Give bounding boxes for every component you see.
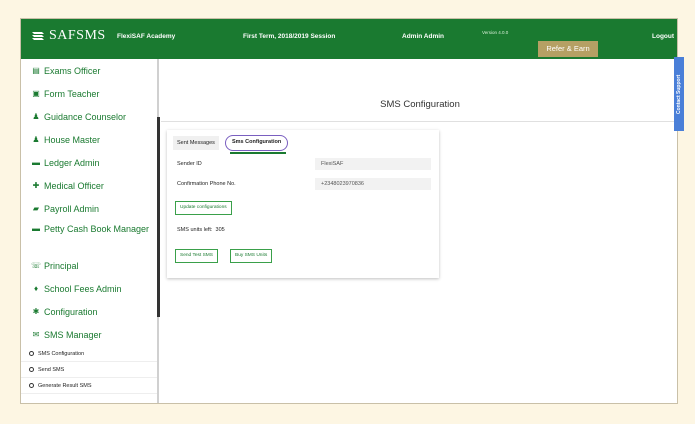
sidebar-item-label: Guidance Counselor bbox=[44, 111, 127, 122]
sidebar-item-school-fees-admin[interactable]: ♦ School Fees Admin bbox=[21, 277, 157, 300]
sidebar-item-label: Configuration bbox=[44, 306, 98, 317]
medical-icon: ✚ bbox=[32, 181, 40, 190]
top-navbar: SAFSMS FlexiSAF Academy First Term, 2018… bbox=[21, 19, 677, 59]
person-icon: ♟ bbox=[32, 135, 40, 144]
sidebar-item-exams-officer[interactable]: ▤ Exams Officer bbox=[21, 59, 157, 82]
sidebar-item-sms-manager[interactable]: ✉ SMS Manager bbox=[21, 323, 157, 346]
sidebar-subitem-label: SMS Configuration bbox=[38, 350, 85, 357]
phone-field[interactable]: +2348023970836 bbox=[315, 178, 431, 190]
divider bbox=[161, 121, 677, 122]
sidebar-item-house-master[interactable]: ♟ House Master bbox=[21, 128, 157, 151]
circle-arrow-icon bbox=[29, 351, 34, 356]
money-icon: ▰ bbox=[32, 204, 40, 213]
sidebar: ▤ Exams Officer ▣ Form Teacher ♟ Guidance C… bbox=[21, 59, 160, 403]
send-test-sms-button[interactable]: Send Test SMS bbox=[175, 249, 218, 263]
sidebar-item-label: School Fees Admin bbox=[44, 283, 122, 294]
sidebar-item-principal[interactable]: ☏ Principal bbox=[21, 254, 157, 277]
sidebar-item-label: Payroll Admin bbox=[44, 203, 100, 214]
logo-icon bbox=[32, 32, 44, 40]
sidebar-item-form-teacher[interactable]: ▣ Form Teacher bbox=[21, 82, 157, 105]
app-window: SAFSMS FlexiSAF Academy First Term, 2018… bbox=[20, 18, 678, 404]
sidebar-item-payroll-admin[interactable]: ▰ Payroll Admin bbox=[21, 197, 157, 220]
gear-icon: ✱ bbox=[32, 307, 40, 316]
sidebar-subitem-sms-configuration[interactable]: SMS Configuration bbox=[21, 346, 157, 362]
update-configurations-button[interactable]: Update configurations bbox=[175, 201, 232, 215]
sidebar-item-ledger-admin[interactable]: ▬ Ledger Admin bbox=[21, 151, 157, 174]
sidebar-scrollbar[interactable] bbox=[157, 117, 160, 317]
user-name[interactable]: Admin Admin bbox=[402, 33, 444, 40]
sidebar-item-label: House Master bbox=[44, 134, 101, 145]
sidebar-item-label: Form Teacher bbox=[44, 88, 100, 99]
cash-icon: ▬ bbox=[32, 224, 40, 233]
sidebar-item-label: Principal bbox=[44, 260, 79, 271]
sidebar-item-medical-officer[interactable]: ✚ Medical Officer bbox=[21, 174, 157, 197]
sender-id-field[interactable]: FlexiSAF bbox=[315, 158, 431, 170]
main-content: SMS Configuration Sent Messages Sms Conf… bbox=[161, 59, 677, 403]
version-label: Version 4.0.0 bbox=[482, 30, 509, 35]
sender-id-label: Sender ID bbox=[177, 161, 202, 167]
sidebar-item-petty-cash[interactable]: ▬ Petty Cash Book Manager bbox=[21, 220, 157, 254]
person-icon: ♟ bbox=[32, 112, 40, 121]
circle-arrow-icon bbox=[29, 367, 34, 372]
circle-arrow-icon bbox=[29, 383, 34, 388]
sidebar-item-label: Petty Cash Book Manager bbox=[44, 224, 150, 234]
exams-icon: ▤ bbox=[32, 66, 40, 75]
contact-support-tab[interactable]: Contact Support bbox=[674, 57, 684, 131]
form-icon: ▣ bbox=[32, 89, 40, 98]
logo-text: SAFSMS bbox=[49, 28, 106, 43]
sidebar-subitem-generate-result-sms[interactable]: Generate Result SMS bbox=[21, 378, 157, 394]
sms-config-card: Sent Messages Sms Configuration Sender I… bbox=[167, 130, 439, 278]
sms-units: SMS units left: 305 bbox=[177, 227, 225, 233]
principal-icon: ☏ bbox=[31, 261, 42, 270]
envelope-icon: ✉ bbox=[32, 330, 40, 339]
fees-icon: ♦ bbox=[33, 284, 39, 293]
refer-earn-button[interactable]: Refer & Earn bbox=[538, 41, 598, 57]
session-label[interactable]: First Term, 2018/2019 Session bbox=[243, 33, 335, 40]
tab-sent-messages[interactable]: Sent Messages bbox=[173, 136, 219, 150]
sidebar-item-configuration[interactable]: ✱ Configuration bbox=[21, 300, 157, 323]
ledger-icon: ▬ bbox=[32, 158, 40, 167]
sms-units-label: SMS units left: bbox=[177, 227, 213, 233]
school-name: FlexiSAF Academy bbox=[117, 33, 176, 40]
sidebar-subitem-label: Generate Result SMS bbox=[38, 382, 92, 389]
page-title: SMS Configuration bbox=[380, 99, 460, 110]
sms-units-value: 305 bbox=[215, 227, 225, 233]
buy-sms-units-button[interactable]: Buy SMS Units bbox=[230, 249, 273, 263]
sidebar-item-label: Exams Officer bbox=[44, 65, 101, 76]
phone-label: Confirmation Phone No. bbox=[177, 181, 236, 187]
sidebar-subitem-send-sms[interactable]: Send SMS bbox=[21, 362, 157, 378]
sidebar-item-label: Ledger Admin bbox=[44, 157, 100, 168]
sidebar-item-label: SMS Manager bbox=[44, 329, 102, 340]
sidebar-item-label: Medical Officer bbox=[44, 180, 104, 191]
app-logo[interactable]: SAFSMS bbox=[31, 28, 106, 44]
logout-link[interactable]: Logout bbox=[652, 33, 674, 40]
active-tab-indicator bbox=[230, 152, 286, 154]
tab-sms-configuration[interactable]: Sms Configuration bbox=[225, 135, 289, 151]
sidebar-item-guidance-counselor[interactable]: ♟ Guidance Counselor bbox=[21, 105, 157, 128]
sidebar-subitem-label: Send SMS bbox=[38, 366, 65, 373]
